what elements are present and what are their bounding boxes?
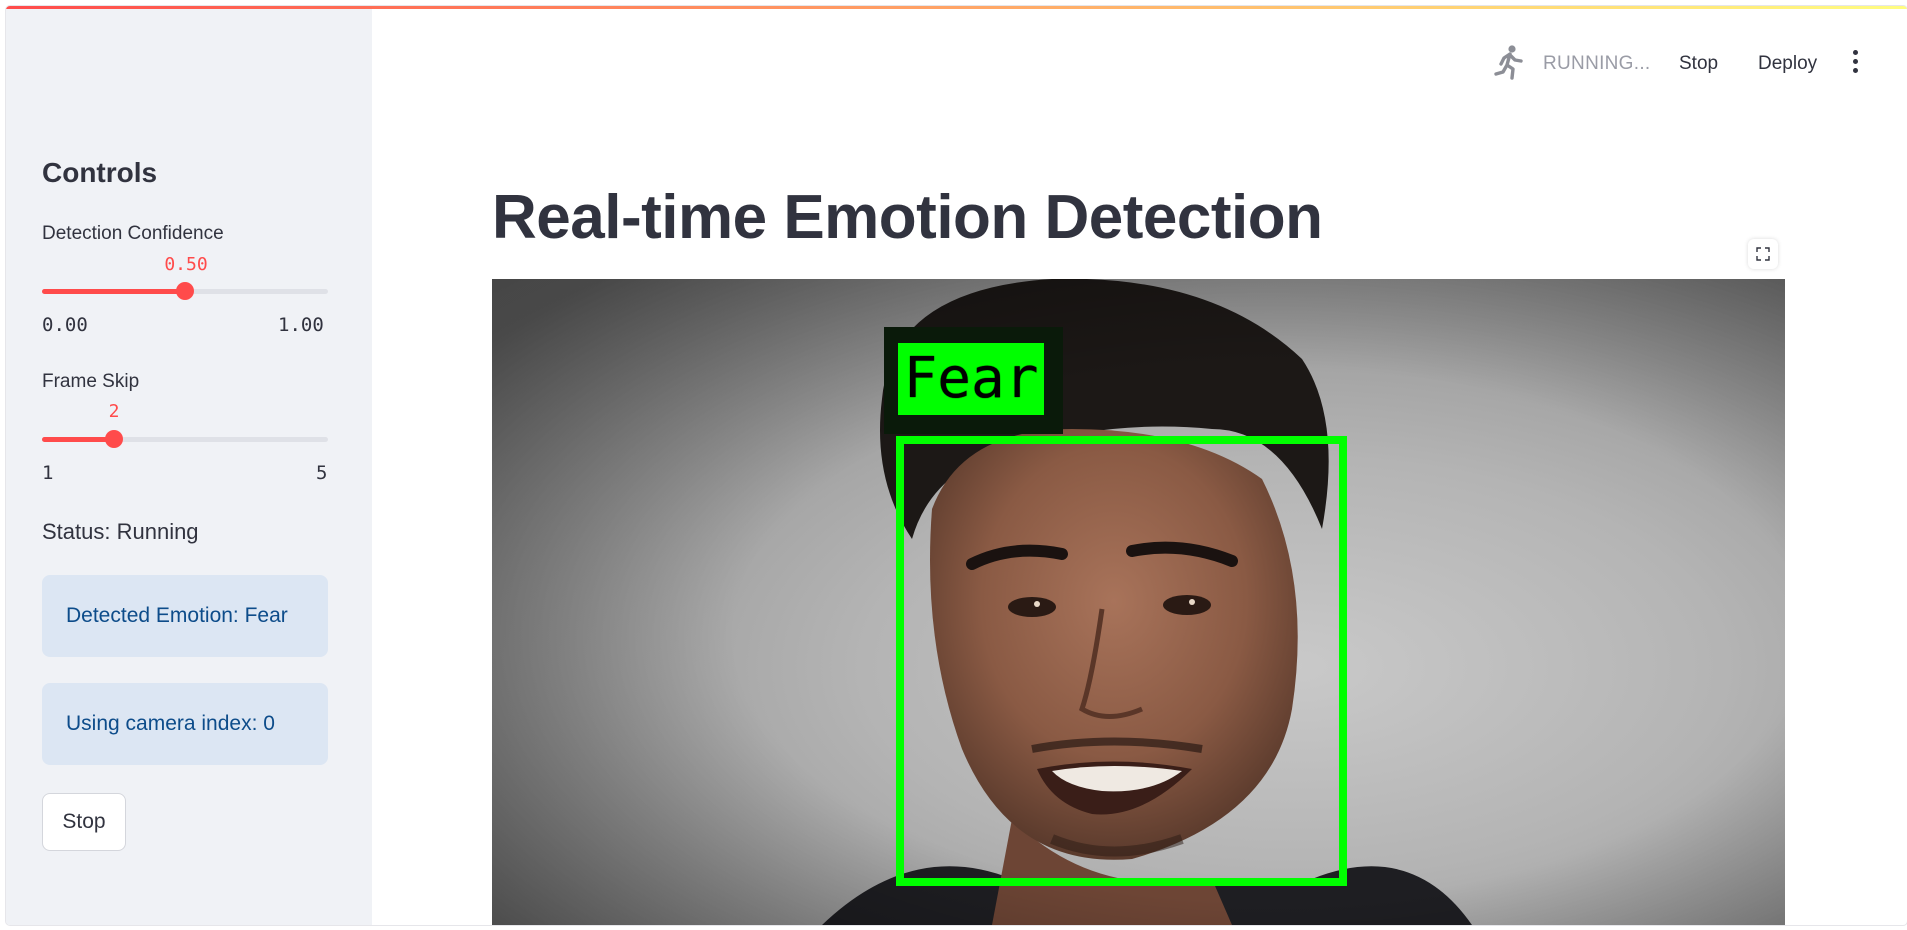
frame-skip-max: 5 [316,462,328,484]
sidebar-title: Controls [42,157,158,188]
detection-label: Fear [898,343,1044,415]
app-window: Controls Detection Confidence 0.50 0.00 … [6,6,1907,925]
frame-skip-slider-fill [42,437,114,442]
camera-index-alert: Using camera index: 0 [42,683,328,765]
detected-emotion-alert: Detected Emotion: Fear [42,575,328,657]
page-title: Real-time Emotion Detection [492,183,1323,252]
confidence-slider-thumb[interactable] [176,282,194,300]
confidence-slider[interactable] [42,282,328,300]
expand-icon[interactable] [1748,239,1778,269]
confidence-label: Detection Confidence [42,223,224,244]
deploy-button[interactable]: Deploy [1758,53,1817,75]
sidebar-stop-button[interactable]: Stop [42,793,126,851]
frame-skip-slider-thumb[interactable] [105,430,123,448]
sidebar: Controls Detection Confidence 0.50 0.00 … [6,9,372,925]
frame-skip-label: Frame Skip [42,371,140,392]
frame-skip-min: 1 [42,462,54,484]
face-bounding-box [896,436,1347,886]
confidence-value: 0.50 [164,254,208,275]
frame-skip-value: 2 [108,401,120,422]
running-man-icon [1494,45,1523,80]
webcam-frame: Fear [492,279,1785,925]
status-text: Status: Running [42,519,199,544]
confidence-min: 0.00 [42,314,88,336]
confidence-max: 1.00 [278,314,324,336]
header-stop-button[interactable]: Stop [1679,53,1718,75]
confidence-slider-fill [42,289,185,294]
kebab-menu-icon[interactable] [1850,50,1860,76]
frame-skip-slider[interactable] [42,430,328,448]
running-status: RUNNING... [1543,53,1651,74]
